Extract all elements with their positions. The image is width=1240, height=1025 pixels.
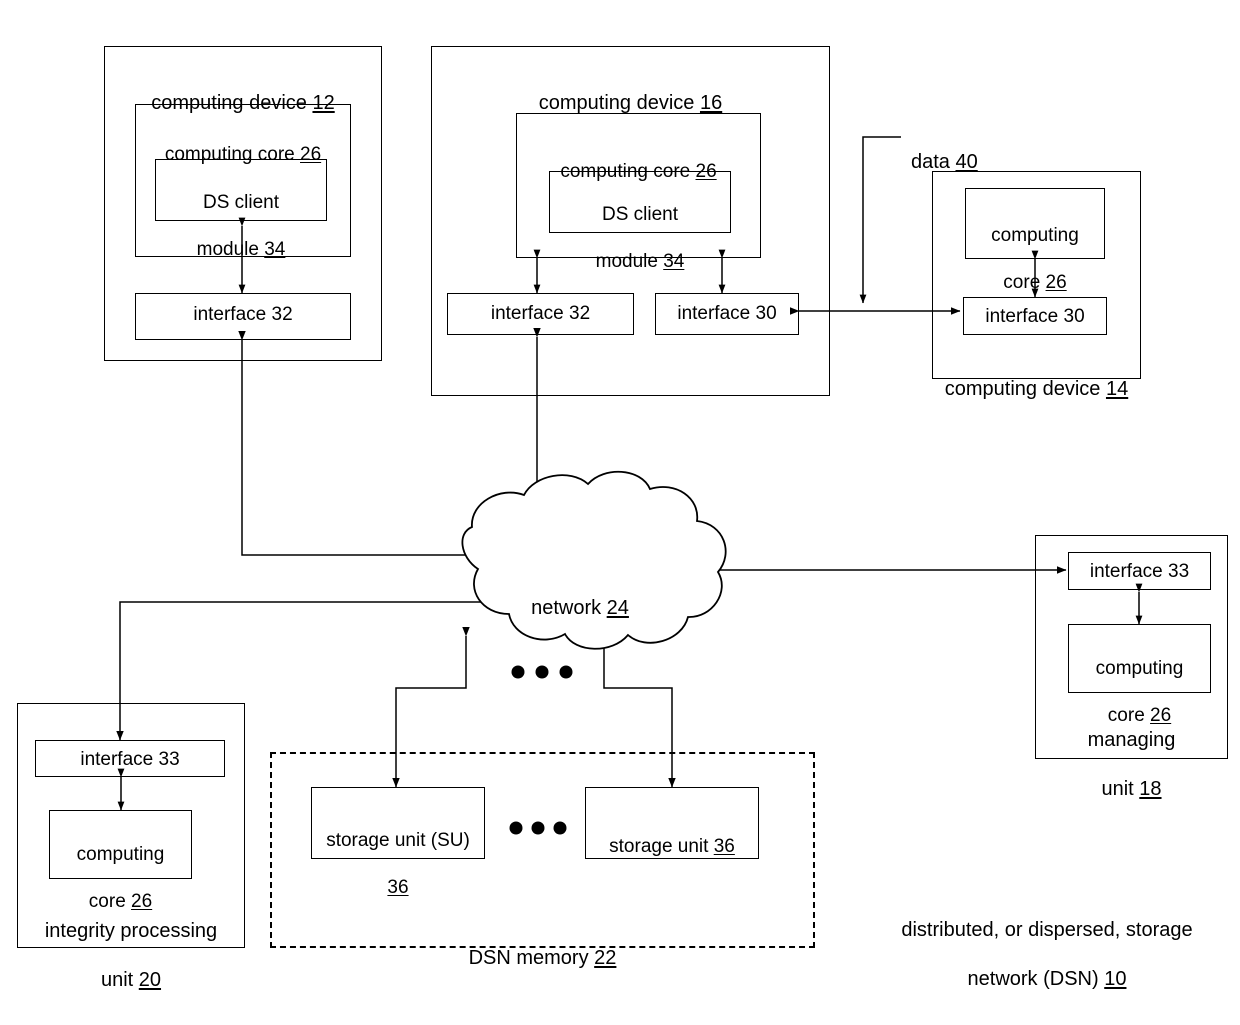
interface-33-label-iu: interface 33 [80,749,180,770]
data40-leader-line [859,136,901,304]
ds-client-module-34-label-d16: DS client module 34 [595,204,685,272]
dsn-memory-22-label: DSN memory 22 [468,947,617,970]
interface-33-label-mu: interface 33 [1089,561,1190,582]
interface-30-label-d16: interface 30 [677,303,777,324]
interface-32-label-d12: interface 32 [193,304,293,325]
computing-device-12-label: computing device 12 [151,92,335,115]
figure-caption: distributed, or dispersed, storage netwo… [901,919,1193,991]
network-cloud-shape [461,470,727,650]
computing-device-16-label: computing device 16 [538,92,723,115]
cloud-ellipsis-dots [511,665,573,679]
computing-core-26-label-d12: computing core 26 [164,144,322,166]
interface-32-label-d16: interface 32 [490,303,591,324]
computing-device-14-label: computing device 14 [944,378,1129,401]
figure-canvas: computing device 12 computing core 26 DS… [0,0,1240,1025]
computing-core-26-label-d16: computing core 26 [560,161,717,183]
integrity-processing-unit-20-label: integrity processing unit 20 [44,920,218,992]
storage-unit-36-label: storage unit 36 [609,836,735,858]
storage-unit-su-36-label: storage unit (SU) 36 [326,830,470,898]
interface-30-label-d14: interface 30 [985,306,1085,327]
data-40-label: data 40 [911,151,978,174]
managing-unit-18-label: managing unit 18 [1087,729,1176,801]
computing-core-26-label-d14: computing core 26 [991,225,1079,293]
ds-client-module-34-label-d12: DS client module 34 [196,192,286,260]
network-24-label: network 24 [531,597,629,620]
